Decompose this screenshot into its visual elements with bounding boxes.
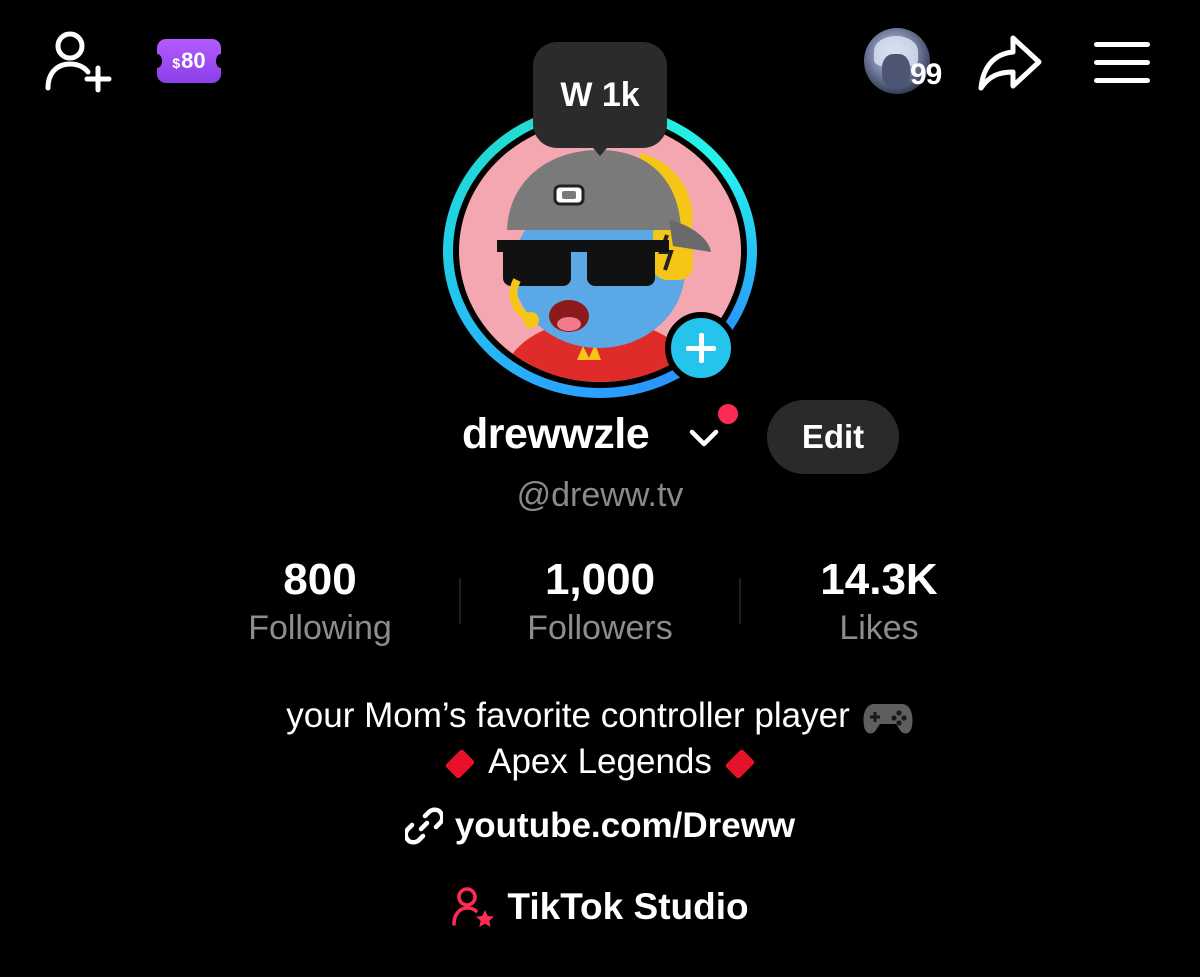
account-switch-button[interactable] bbox=[688, 422, 720, 452]
bio-link[interactable]: youtube.com/Dreww bbox=[0, 806, 1200, 846]
friends-count-badge: 99 bbox=[910, 58, 942, 91]
studio-label: TikTok Studio bbox=[507, 886, 749, 927]
edit-profile-button[interactable]: Edit bbox=[767, 400, 899, 474]
bio-line-1: your Mom’s favorite controller player bbox=[0, 696, 1200, 738]
bio-text: Apex Legends bbox=[488, 742, 712, 781]
link-text: youtube.com/Dreww bbox=[454, 806, 796, 845]
add-avatar-button[interactable] bbox=[665, 312, 737, 384]
add-friend-icon bbox=[45, 31, 112, 93]
link-icon bbox=[404, 807, 443, 845]
share-icon bbox=[978, 35, 1042, 91]
chevron-down-icon bbox=[689, 429, 719, 447]
gamepad-icon bbox=[863, 703, 913, 734]
bio-text: your Mom’s favorite controller player bbox=[286, 696, 850, 735]
username-handle: @dreww.tv bbox=[516, 476, 684, 514]
red-diamond-icon bbox=[724, 748, 756, 780]
tiktok-studio-button[interactable]: TikTok Studio bbox=[0, 886, 1200, 928]
stat-label: Likes bbox=[839, 609, 919, 647]
stat-value: 1,000 bbox=[544, 555, 656, 604]
bio-line-2: Apex Legends bbox=[0, 742, 1200, 782]
stat-label: Followers bbox=[527, 609, 673, 647]
stat-likes[interactable]: 14.3K Likes bbox=[739, 552, 1019, 650]
share-button[interactable] bbox=[977, 32, 1043, 92]
coin-amount: 80 bbox=[181, 48, 206, 73]
add-friend-button[interactable] bbox=[40, 30, 120, 96]
red-diamond-icon bbox=[444, 748, 476, 780]
stat-label: Following bbox=[248, 609, 392, 647]
tooltip-text: W 1k bbox=[560, 75, 640, 114]
display-name[interactable]: drewwzle bbox=[462, 410, 650, 459]
stat-following[interactable]: 800 Following bbox=[180, 552, 460, 650]
notification-dot bbox=[718, 404, 738, 424]
note-tooltip[interactable]: W 1k bbox=[533, 42, 667, 148]
stat-followers[interactable]: 1,000 Followers bbox=[460, 552, 740, 650]
menu-button[interactable] bbox=[1094, 42, 1150, 84]
stat-value: 14.3K bbox=[820, 555, 938, 604]
creator-star-icon bbox=[452, 887, 495, 927]
coin-badge[interactable]: $80 bbox=[152, 39, 226, 83]
coin-currency: $ bbox=[172, 55, 181, 71]
stat-value: 800 bbox=[283, 555, 357, 604]
